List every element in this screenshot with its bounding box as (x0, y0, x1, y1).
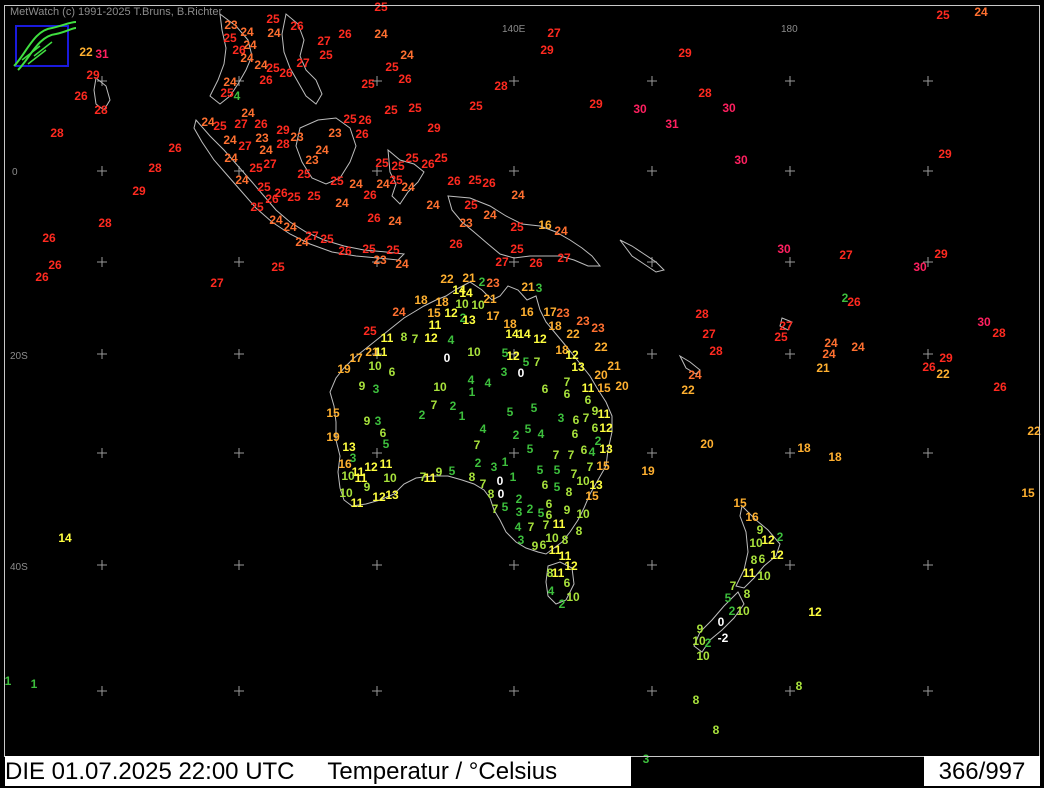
map-frame (4, 5, 1040, 757)
metwatch-logo-icon (13, 21, 77, 71)
copyright-label: MetWatch (c) 1991-2025 T.Bruns, B.Richte… (10, 6, 223, 18)
datetime-label: DIE 01.07.2025 22:00 UTC (5, 758, 295, 785)
status-bar-datetime-parameter: DIE 01.07.2025 22:00 UTC Temperatur / °C… (5, 756, 631, 786)
parameter-label: Temperatur / °Celsius (327, 758, 558, 785)
frame-counter: 366/997 (924, 756, 1040, 786)
